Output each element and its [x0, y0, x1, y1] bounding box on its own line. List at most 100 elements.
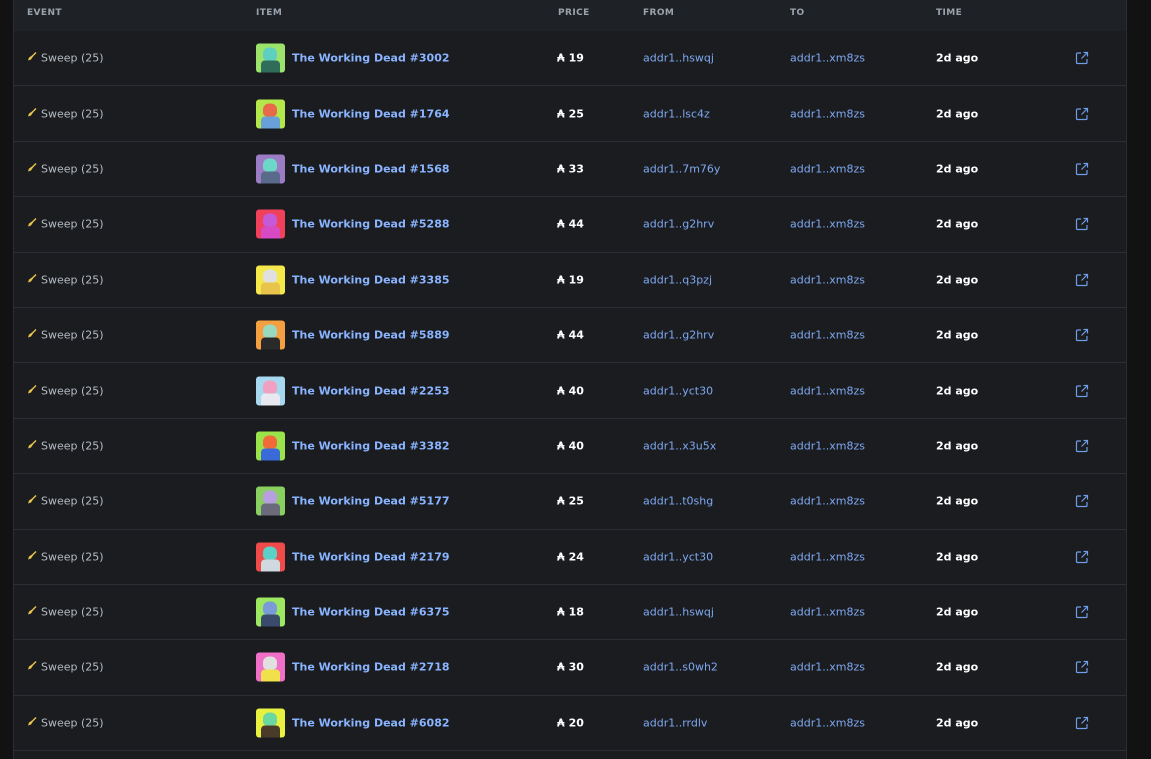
- item-link[interactable]: The Working Dead #3385: [292, 273, 450, 286]
- external-link-icon[interactable]: [1075, 384, 1089, 398]
- external-link-icon[interactable]: [1075, 716, 1089, 730]
- column-header-to[interactable]: TO: [790, 8, 805, 18]
- external-link-icon[interactable]: [1075, 550, 1089, 564]
- external-link-icon[interactable]: [1075, 494, 1089, 508]
- from-address-link[interactable]: addr1..7m76y: [643, 162, 720, 175]
- column-header-from[interactable]: FROM: [643, 8, 674, 18]
- to-address-link[interactable]: addr1..xm8zs: [790, 218, 865, 231]
- external-link-icon[interactable]: [1075, 328, 1089, 342]
- item-thumbnail[interactable]: [256, 542, 285, 572]
- price-cell: ₳ 40: [557, 439, 584, 452]
- price-cell: ₳ 18: [557, 606, 584, 619]
- item-thumbnail[interactable]: [256, 209, 285, 239]
- item-cell[interactable]: The Working Dead #5288: [256, 209, 450, 239]
- item-link[interactable]: The Working Dead #1568: [292, 162, 450, 175]
- external-link-icon[interactable]: [1075, 162, 1089, 176]
- column-header-time[interactable]: TIME: [936, 8, 962, 18]
- price-value: 40: [568, 384, 584, 398]
- item-thumbnail[interactable]: [256, 265, 285, 295]
- item-thumbnail[interactable]: [256, 708, 285, 738]
- to-address-link[interactable]: addr1..xm8zs: [790, 107, 865, 120]
- item-thumbnail[interactable]: [256, 320, 285, 350]
- from-address-link[interactable]: addr1..q3pzj: [643, 273, 712, 286]
- from-address-link[interactable]: addr1..rrdlv: [643, 716, 707, 729]
- item-link[interactable]: The Working Dead #3382: [292, 439, 450, 452]
- item-cell[interactable]: The Working Dead #6375: [256, 597, 450, 627]
- thumbnail-head: [263, 546, 277, 560]
- item-cell[interactable]: The Working Dead #3002: [256, 43, 450, 73]
- time-value: 2d ago: [936, 384, 979, 398]
- to-address-link[interactable]: addr1..xm8zs: [790, 606, 865, 619]
- to-address-link[interactable]: addr1..xm8zs: [790, 495, 865, 508]
- item-thumbnail[interactable]: [256, 597, 285, 627]
- from-address-link[interactable]: addr1..yct30: [643, 384, 713, 397]
- item-link[interactable]: The Working Dead #2179: [292, 550, 450, 563]
- item-link[interactable]: The Working Dead #1764: [292, 107, 450, 120]
- ada-icon: ₳: [557, 273, 565, 287]
- item-cell[interactable]: The Working Dead #1764: [256, 99, 450, 129]
- to-address-link[interactable]: addr1..xm8zs: [790, 162, 865, 175]
- external-link-icon[interactable]: [1075, 273, 1089, 287]
- item-link[interactable]: The Working Dead #2718: [292, 661, 450, 674]
- item-cell[interactable]: The Working Dead #1568: [256, 154, 450, 184]
- item-cell[interactable]: The Working Dead #3385: [256, 265, 450, 295]
- item-cell[interactable]: The Working Dead #5177: [256, 486, 450, 516]
- external-link-icon[interactable]: [1075, 107, 1089, 121]
- item-cell[interactable]: The Working Dead #5889: [256, 320, 450, 350]
- ada-icon: ₳: [557, 217, 565, 231]
- to-address-link[interactable]: addr1..xm8zs: [790, 329, 865, 342]
- item-cell[interactable]: The Working Dead #2179: [256, 542, 450, 572]
- item-link[interactable]: The Working Dead #5177: [292, 495, 450, 508]
- external-link-icon[interactable]: [1075, 439, 1089, 453]
- thumbnail-head: [263, 269, 277, 283]
- from-address-link[interactable]: addr1..hswqj: [643, 606, 714, 619]
- to-address-link[interactable]: addr1..xm8zs: [790, 52, 865, 65]
- item-link[interactable]: The Working Dead #6082: [292, 716, 450, 729]
- to-address-link[interactable]: addr1..xm8zs: [790, 661, 865, 674]
- table-row: Sweep (25) The Working Dead #2253 ₳ 40 a…: [14, 363, 1126, 419]
- item-link[interactable]: The Working Dead #2253: [292, 384, 450, 397]
- item-cell[interactable]: The Working Dead #6082: [256, 708, 450, 738]
- item-link[interactable]: The Working Dead #6375: [292, 606, 450, 619]
- event-label: Sweep (25): [41, 273, 104, 287]
- ada-icon: ₳: [557, 494, 565, 508]
- item-cell[interactable]: The Working Dead #3382: [256, 431, 450, 461]
- item-link[interactable]: The Working Dead #5889: [292, 329, 450, 342]
- event-label: Sweep (25): [41, 605, 104, 619]
- external-link-icon[interactable]: [1075, 605, 1089, 619]
- from-address-link[interactable]: addr1..t0shg: [643, 495, 713, 508]
- to-address-link[interactable]: addr1..xm8zs: [790, 439, 865, 452]
- external-link-icon[interactable]: [1075, 51, 1089, 65]
- to-address-link[interactable]: addr1..xm8zs: [790, 716, 865, 729]
- item-link[interactable]: The Working Dead #5288: [292, 218, 450, 231]
- from-address-link[interactable]: addr1..g2hrv: [643, 329, 714, 342]
- price-cell: ₳ 44: [557, 329, 584, 342]
- item-thumbnail[interactable]: [256, 99, 285, 129]
- price-value: 33: [568, 162, 584, 176]
- from-address-link[interactable]: addr1..hswqj: [643, 52, 714, 65]
- item-link[interactable]: The Working Dead #3002: [292, 52, 450, 65]
- item-thumbnail[interactable]: [256, 486, 285, 516]
- from-address-link[interactable]: addr1..x3u5x: [643, 439, 716, 452]
- item-thumbnail[interactable]: [256, 431, 285, 461]
- from-address-link[interactable]: addr1..lsc4z: [643, 107, 710, 120]
- to-address-link[interactable]: addr1..xm8zs: [790, 384, 865, 397]
- item-cell[interactable]: The Working Dead #2253: [256, 376, 450, 406]
- item-thumbnail[interactable]: [256, 154, 285, 184]
- from-address-link[interactable]: addr1..yct30: [643, 550, 713, 563]
- column-header-price[interactable]: PRICE: [558, 8, 590, 18]
- thumbnail-body: [261, 393, 280, 406]
- item-thumbnail[interactable]: [256, 376, 285, 406]
- from-address-link[interactable]: addr1..s0wh2: [643, 661, 718, 674]
- item-thumbnail[interactable]: [256, 43, 285, 73]
- to-address-link[interactable]: addr1..xm8zs: [790, 550, 865, 563]
- item-thumbnail[interactable]: [256, 652, 285, 682]
- from-address-link[interactable]: addr1..g2hrv: [643, 218, 714, 231]
- column-header-event[interactable]: EVENT: [27, 8, 62, 18]
- thumbnail-body: [261, 559, 280, 572]
- external-link-icon[interactable]: [1075, 660, 1089, 674]
- item-cell[interactable]: The Working Dead #2718: [256, 652, 450, 682]
- external-link-icon[interactable]: [1075, 217, 1089, 231]
- column-header-item[interactable]: ITEM: [256, 8, 282, 18]
- to-address-link[interactable]: addr1..xm8zs: [790, 273, 865, 286]
